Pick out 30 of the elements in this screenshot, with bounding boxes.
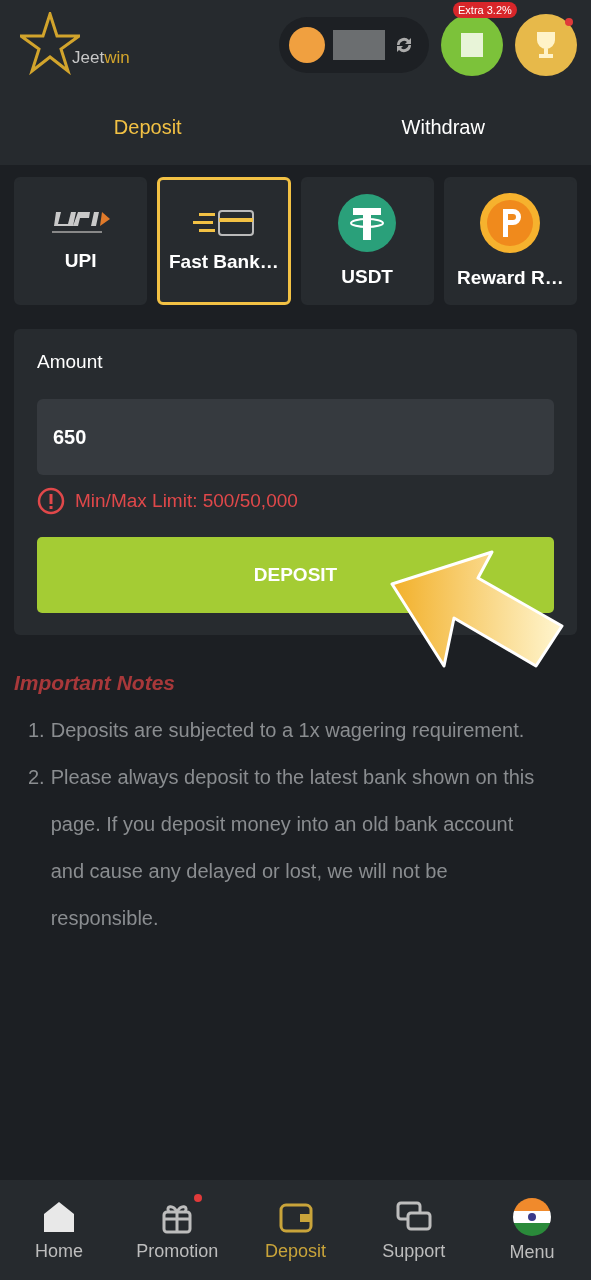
extra-badge: Extra 3.2% (453, 2, 517, 18)
nav-item[interactable]: Deposit (236, 1180, 355, 1280)
hidden-balance (333, 30, 385, 60)
payment-method[interactable]: Fast Bank… (157, 177, 291, 305)
limit-error: Min/Max Limit: 500/50,000 (75, 490, 298, 512)
coin-icon (289, 27, 325, 63)
nav-item[interactable]: Promotion (118, 1180, 237, 1280)
card-icon (192, 209, 255, 237)
list-number: 1. (28, 718, 45, 743)
notes-title: Important Notes (14, 671, 175, 695)
note-text: Please always deposit to the latest bank shown on this page. If you deposit money into an old bank account and cause any delayed or lost, we will not be responsible. (50, 765, 536, 931)
payment-method[interactable]: UPI (14, 177, 148, 305)
flag-icon (512, 1197, 551, 1236)
notification-dot (565, 18, 573, 26)
nav-item[interactable]: Home (0, 1180, 119, 1280)
amount-label: Amount (37, 351, 104, 373)
tether-icon (338, 194, 397, 252)
nav-item[interactable]: Menu (472, 1180, 591, 1280)
payment-method[interactable]: Reward R… (443, 177, 577, 305)
tab[interactable]: Deposit (0, 90, 296, 165)
nav-item[interactable]: Support (354, 1180, 473, 1280)
upi-logo-icon (49, 210, 112, 236)
note-text: Deposits are subjected to a 1x wagering requirement. (50, 718, 525, 743)
list-number: 2. (28, 765, 45, 790)
coin-icon (480, 193, 541, 253)
logo-text: Jeetwin (72, 48, 130, 68)
amount-field[interactable]: 650 (37, 399, 554, 475)
tab[interactable]: Withdraw (295, 90, 591, 165)
warning-icon (37, 487, 65, 515)
payment-method[interactable]: USDT (300, 177, 434, 305)
